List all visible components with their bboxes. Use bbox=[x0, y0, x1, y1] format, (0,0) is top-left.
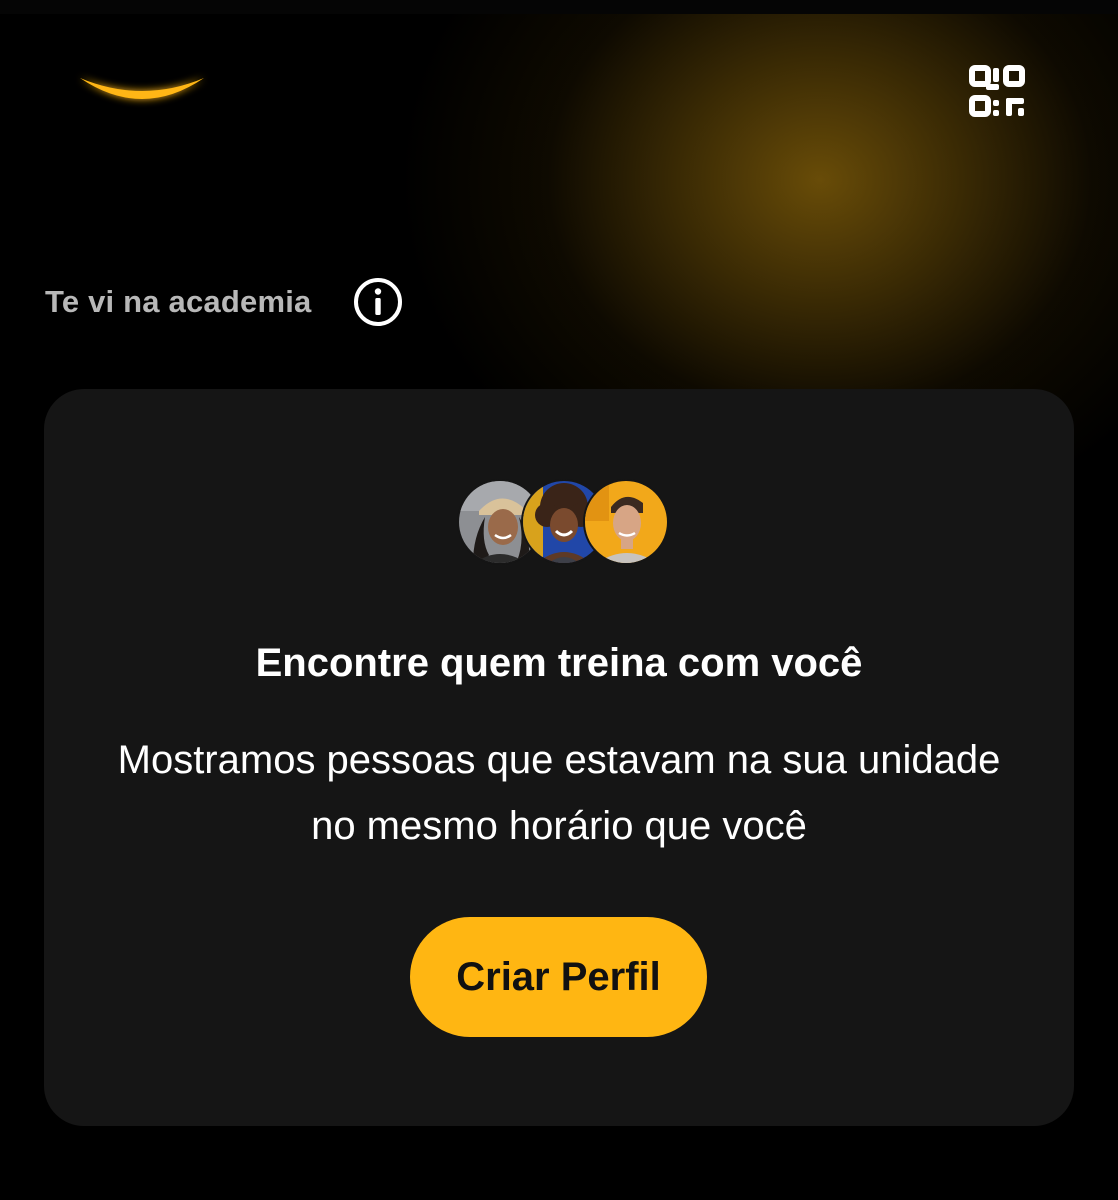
avatar-group bbox=[457, 479, 669, 565]
section-header: Te vi na academia bbox=[45, 272, 403, 332]
info-icon bbox=[354, 278, 403, 326]
status-bar-strip bbox=[0, 0, 1118, 14]
create-profile-button[interactable]: Criar Perfil bbox=[410, 917, 707, 1037]
find-people-card: Encontre quem treina com você Mostramos … bbox=[44, 389, 1074, 1126]
smile-logo-icon bbox=[72, 60, 212, 120]
avatar bbox=[583, 479, 669, 565]
section-title: Te vi na academia bbox=[45, 284, 312, 319]
qr-code-icon bbox=[969, 65, 1025, 117]
qr-code-button[interactable] bbox=[962, 60, 1032, 130]
card-title: Encontre quem treina com você bbox=[255, 641, 863, 685]
card-description: Mostramos pessoas que estavam na sua uni… bbox=[117, 738, 1001, 848]
info-button[interactable] bbox=[353, 277, 403, 327]
